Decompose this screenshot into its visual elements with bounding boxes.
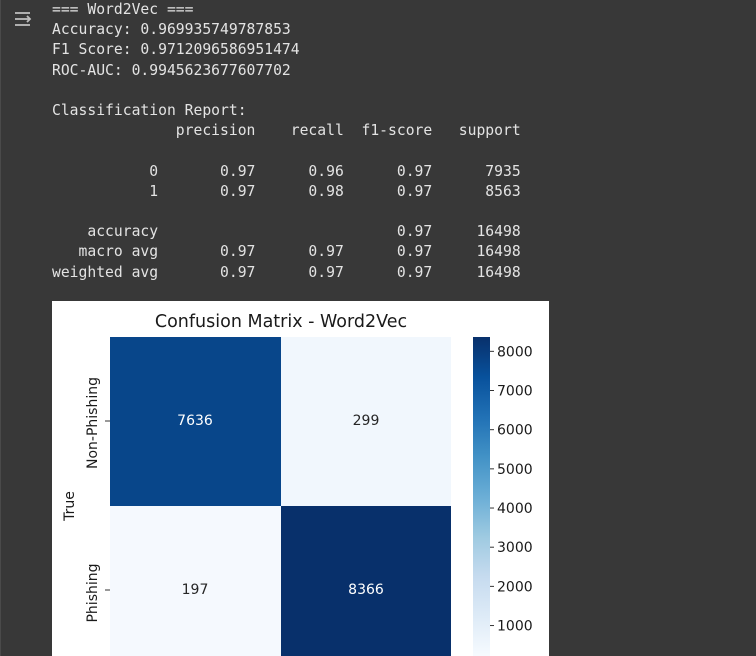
colorbar-tick-label-2: 3000: [497, 540, 533, 556]
colorbar-tick-label-3: 4000: [497, 501, 533, 517]
colorbar-tick-label-1: 2000: [497, 579, 533, 595]
colorbar: [473, 337, 490, 656]
heatmap-cell-1-1: [281, 506, 451, 656]
confusion-matrix-figure: Confusion Matrix - Word2Vec True 7636 29…: [52, 301, 549, 656]
colorbar-ticks: 1000 2000 3000 4000 5000 6000 7000 8000: [490, 344, 533, 635]
chart-title: Confusion Matrix - Word2Vec: [155, 312, 407, 332]
cell-value-1-1: 8366: [348, 582, 384, 598]
output-gutter: [0, 0, 44, 656]
colorbar-tick-label-7: 8000: [497, 344, 533, 360]
colorbar-tick-label-6: 7000: [497, 384, 533, 400]
y-axis-label: True: [62, 491, 78, 522]
heatmap-cell-1-0: [110, 506, 281, 656]
row-label-non-phishing: Non-Phishing: [85, 377, 101, 469]
output-toggle-icon[interactable]: [13, 9, 35, 31]
cell-value-1-0: 197: [182, 582, 209, 598]
colorbar-tick-label-4: 5000: [497, 462, 533, 478]
row-label-phishing: Phishing: [85, 563, 101, 622]
notebook-output-area: === Word2Vec === Accuracy: 0.96993574978…: [0, 0, 756, 656]
gutter-divider: [0, 0, 1, 656]
confusion-matrix-chart: Confusion Matrix - Word2Vec True 7636 29…: [62, 312, 533, 656]
colorbar-tick-label-0: 1000: [497, 619, 533, 635]
cell-value-0-1: 299: [353, 413, 380, 429]
cell-value-0-0: 7636: [177, 413, 213, 429]
classification-output-text: === Word2Vec === Accuracy: 0.96993574978…: [52, 1, 521, 281]
colorbar-tick-label-5: 6000: [497, 423, 533, 439]
